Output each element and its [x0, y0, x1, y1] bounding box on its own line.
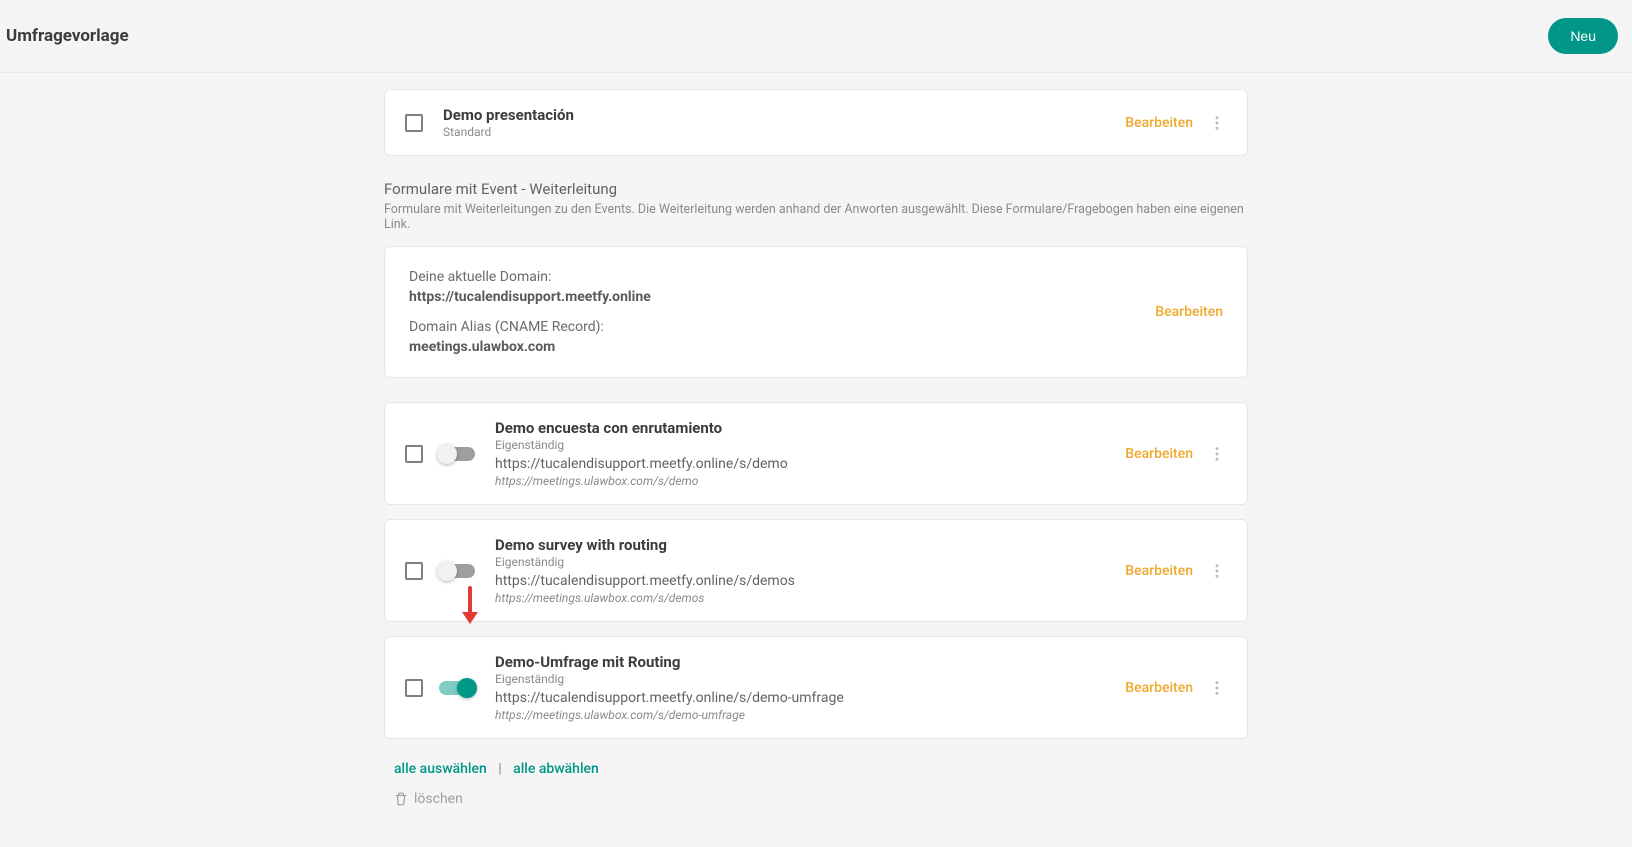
template-subtitle: Standard: [443, 125, 1125, 139]
section-description: Formulare mit Weiterleitungen zu den Eve…: [384, 202, 1248, 232]
survey-url: https://tucalendisupport.meetfy.online/s…: [495, 456, 1125, 472]
checkbox-template[interactable]: [405, 114, 423, 132]
edit-survey-button[interactable]: Bearbeiten: [1125, 446, 1193, 462]
survey-card: Demo-Umfrage mit Routing Eigenständig ht…: [384, 636, 1248, 739]
top-bar: Umfragevorlage Neu: [0, 0, 1632, 73]
domain-card: Deine aktuelle Domain: https://tucalendi…: [384, 246, 1248, 378]
separator: |: [498, 761, 501, 777]
more-icon[interactable]: [1207, 678, 1227, 698]
deselect-all-link[interactable]: alle abwählen: [513, 761, 599, 777]
template-card: Demo presentación Standard Bearbeiten: [384, 89, 1248, 156]
survey-type: Eigenständig: [495, 438, 1125, 452]
survey-type: Eigenständig: [495, 672, 1125, 686]
checkbox-survey[interactable]: [405, 562, 423, 580]
survey-url: https://tucalendisupport.meetfy.online/s…: [495, 573, 1125, 589]
checkbox-survey[interactable]: [405, 445, 423, 463]
more-icon[interactable]: [1207, 444, 1227, 464]
section-title: Formulare mit Event - Weiterleitung: [384, 180, 1248, 198]
toggle-survey[interactable]: [439, 681, 475, 695]
survey-card: Demo survey with routing Eigenständig ht…: [384, 519, 1248, 622]
current-domain-value: https://tucalendisupport.meetfy.online: [409, 289, 651, 305]
toggle-survey[interactable]: [439, 564, 475, 578]
checkbox-survey[interactable]: [405, 679, 423, 697]
survey-type: Eigenständig: [495, 555, 1125, 569]
toggle-survey[interactable]: [439, 447, 475, 461]
page-title: Umfragevorlage: [6, 26, 129, 46]
survey-card: Demo encuesta con enrutamiento Eigenstän…: [384, 402, 1248, 505]
more-icon[interactable]: [1207, 561, 1227, 581]
survey-title: Demo survey with routing: [495, 536, 1125, 554]
edit-survey-button[interactable]: Bearbeiten: [1125, 680, 1193, 696]
survey-title: Demo encuesta con enrutamiento: [495, 419, 1125, 437]
edit-survey-button[interactable]: Bearbeiten: [1125, 563, 1193, 579]
new-button[interactable]: Neu: [1548, 18, 1618, 54]
current-domain-label: Deine aktuelle Domain:: [409, 269, 651, 285]
select-all-link[interactable]: alle auswählen: [394, 761, 487, 777]
section-header: Formulare mit Event - Weiterleitung Form…: [384, 180, 1248, 232]
survey-alias-url: https://meetings.ulawbox.com/s/demo: [495, 474, 1125, 488]
template-title: Demo presentación: [443, 106, 1125, 124]
more-icon[interactable]: [1207, 113, 1227, 133]
alias-domain-label: Domain Alias (CNAME Record):: [409, 319, 651, 335]
edit-template-button[interactable]: Bearbeiten: [1125, 115, 1193, 131]
footer-actions: alle auswählen | alle abwählen: [394, 761, 1248, 777]
alias-domain-value: meetings.ulawbox.com: [409, 339, 651, 355]
edit-domain-button[interactable]: Bearbeiten: [1155, 304, 1223, 320]
survey-alias-url: https://meetings.ulawbox.com/s/demo-umfr…: [495, 708, 1125, 722]
survey-url: https://tucalendisupport.meetfy.online/s…: [495, 690, 1125, 706]
survey-alias-url: https://meetings.ulawbox.com/s/demos: [495, 591, 1125, 605]
survey-title: Demo-Umfrage mit Routing: [495, 653, 1125, 671]
